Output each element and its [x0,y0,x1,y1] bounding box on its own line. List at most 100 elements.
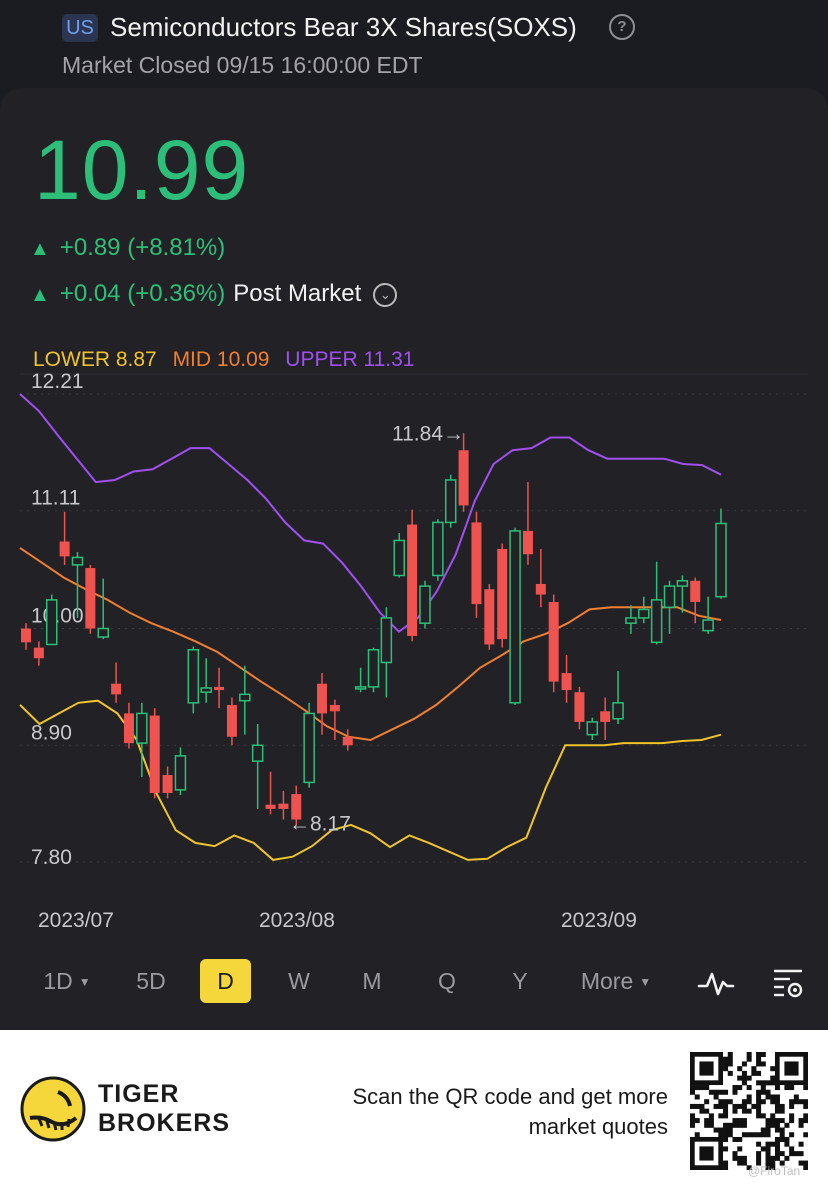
candle-body [278,803,289,809]
candle-body [214,686,225,691]
candle-body [226,704,237,737]
period-tab-w[interactable]: W [275,959,323,1003]
candle-body [393,539,405,577]
period-tab-y[interactable]: Y [497,959,543,1003]
period-tab-label: 1D [43,968,73,994]
caret-down-icon: ▼ [78,975,91,989]
candle-body [663,585,676,609]
candle-body [484,589,495,645]
upper-band-label: UPPER 11.31 [285,348,415,371]
candle-body [265,804,276,809]
candle-body [123,713,134,744]
period-tab-more[interactable]: More ▼ [568,959,664,1003]
y-tick-label: 12.21 [31,372,84,393]
period-tab-m[interactable]: M [350,959,394,1003]
candle-body [187,649,200,704]
mid-band-label: MID 10.09 [172,348,270,371]
candle-body [625,617,637,624]
period-tab-label: M [362,968,382,994]
footer: TIGER BROKERS Scan the QR code and get m… [0,1030,828,1190]
lower-band-label: LOWER 8.87 [33,348,157,371]
candle-body [407,524,418,636]
candle-body [471,522,482,605]
period-tab-label: Q [438,968,456,994]
brand-name: TIGER BROKERS [98,1080,230,1138]
candle-body [354,686,367,690]
pulse-line-icon[interactable] [697,968,735,1003]
candle-body [239,693,251,702]
post-market-label: Post Market [233,280,362,307]
candle-body [33,647,44,659]
candle-body [317,683,328,714]
candle-body [509,530,521,704]
candle-body [522,530,533,555]
period-toolbar: 1D ▼ 5D D W M Q Y More ▼ [0,955,828,1007]
period-tab-label: 5D [136,968,166,994]
candle-body [85,568,96,629]
triangle-up-icon: ▲ [30,238,50,260]
day-change: +0.89 (+8.81%) [59,234,226,261]
candle-body [45,599,58,646]
candle-body [535,583,546,595]
chart-settings-icon[interactable] [770,965,806,1004]
candle-body [690,580,701,602]
x-tick-label: 2023/09 [561,909,637,932]
x-tick-label: 2023/07 [38,909,114,932]
candle-body [329,704,340,712]
last-price: 10.99 [34,123,250,217]
candle-body [59,541,70,557]
period-tab-5d[interactable]: 5D [126,959,176,1003]
brand-line-2: BROKERS [98,1109,231,1137]
candle-body [200,687,212,693]
header: US Semiconductors Bear 3X Shares(SOXS) ?… [0,0,828,88]
candle-body [574,692,585,722]
period-tab-1d[interactable]: 1D ▼ [36,959,98,1003]
market-status: Market Closed 09/15 16:00:00 EDT [62,52,423,78]
candle-body [612,702,624,720]
question-circle-icon[interactable]: ? [609,14,635,40]
qr-code-icon [690,1052,808,1170]
triangle-up-icon: ▲ [30,284,50,306]
candle-body [432,521,444,577]
candle-body [149,715,160,794]
stock-title: Semiconductors Bear 3X Shares(SOXS) [110,12,577,42]
candle-body [600,711,611,722]
candle-body [174,755,187,791]
y-tick-label: 8.90 [31,721,72,744]
candle-body [419,585,431,624]
scan-line-1: Scan the QR code and get more [352,1084,668,1109]
candle-body [380,617,393,664]
candle-body [586,721,599,736]
scan-text: Scan the QR code and get more market quo… [352,1082,668,1142]
candlestick-chart[interactable]: 12.2111.1110.008.907.8011.84→←8.172023/0… [0,372,828,947]
candle-body [71,556,84,566]
chevron-down-icon[interactable]: ⌄ [373,282,398,307]
candle-body [136,712,148,744]
market-badge: US [62,14,98,42]
candle-body [702,619,714,632]
period-tab-label: D [217,968,234,994]
candle-body [367,649,380,688]
period-tab-label: Y [512,968,528,994]
candle-body [458,450,469,506]
watermark: @FiroTan [748,1164,801,1178]
candle-body [303,712,315,784]
candle-body [162,774,173,794]
candle-body [342,736,353,746]
candle-body [650,599,663,644]
candle-body [21,628,31,643]
brand-line-1: TIGER [98,1080,180,1108]
period-tab-label: More [580,968,634,994]
upper-band-line [19,393,722,634]
caret-down-icon: ▼ [639,975,652,989]
post-market-row[interactable]: ▲ +0.04 (+0.36%) Post Market ⌄ [30,279,398,310]
low-price-label: ←8.17 [289,813,351,836]
candle-body [638,608,650,619]
tiger-logo-icon [20,1076,86,1142]
period-tab-q[interactable]: Q [425,959,469,1003]
y-tick-label: 7.80 [31,846,72,869]
high-price-label: 11.84→ [392,422,464,445]
day-change-row: ▲ +0.89 (+8.81%) [30,233,225,264]
candle-body [444,479,457,524]
period-tab-d[interactable]: D [200,959,251,1003]
